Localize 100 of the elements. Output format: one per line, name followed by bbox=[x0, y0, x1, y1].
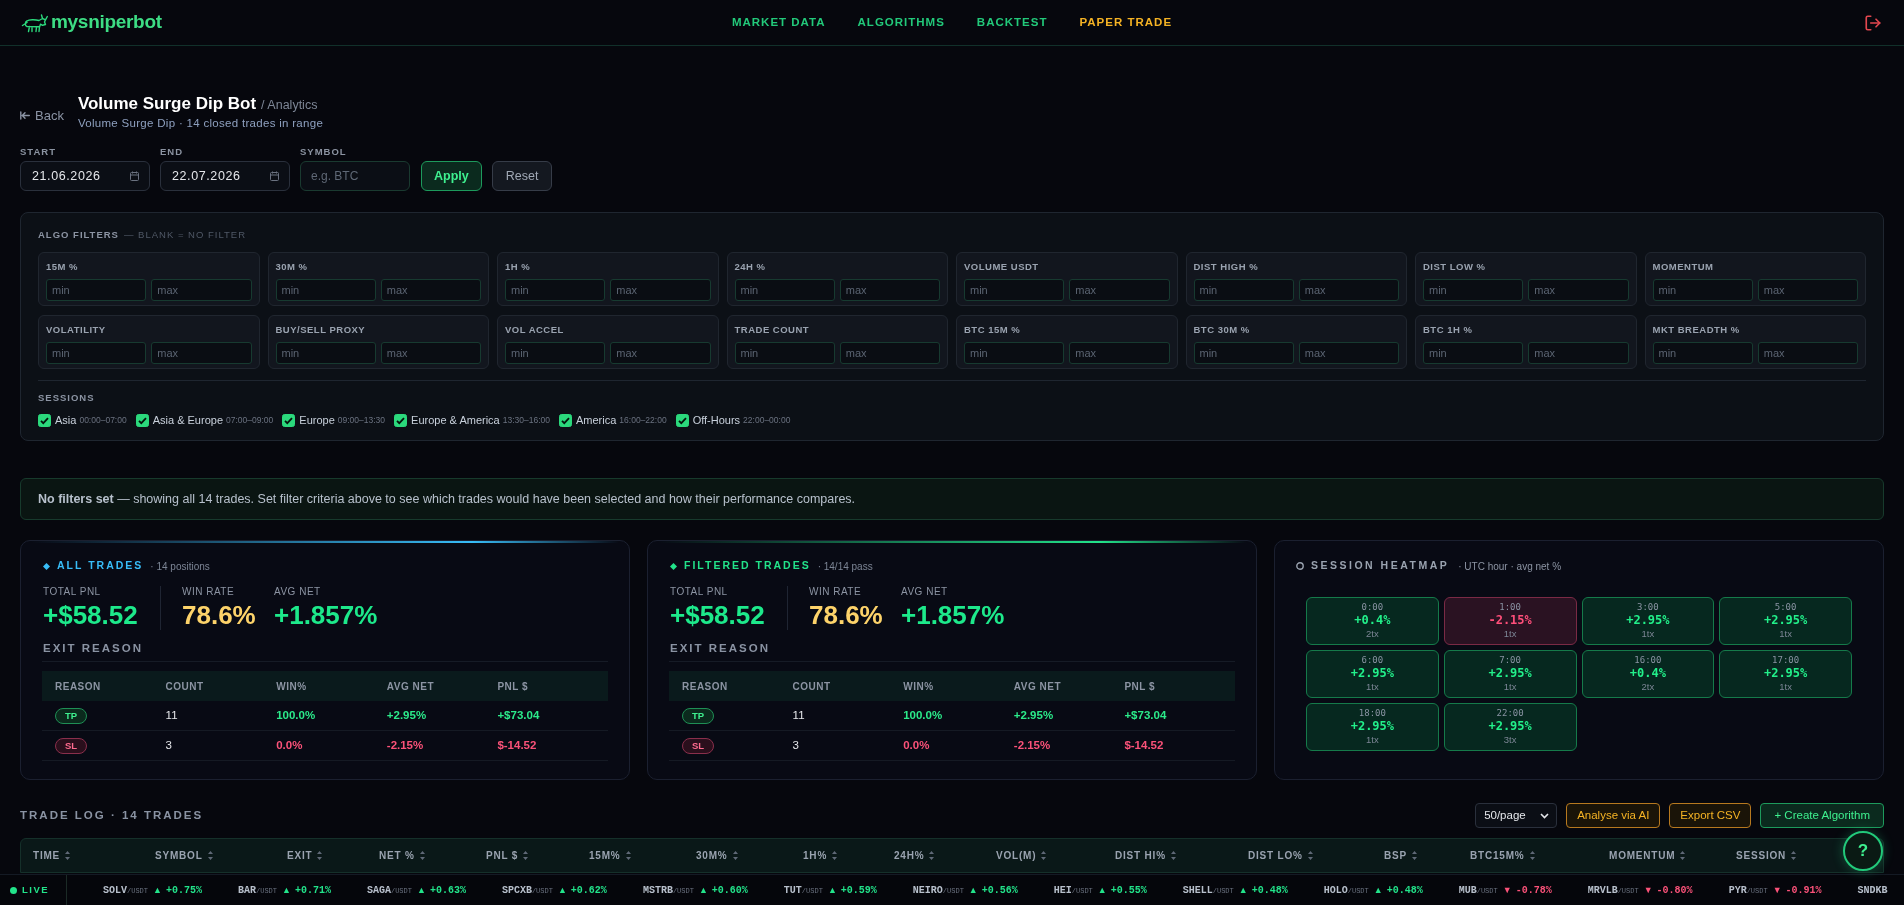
export-button[interactable]: Export CSV bbox=[1669, 803, 1752, 828]
session-name[interactable]: Europe & America bbox=[411, 411, 500, 429]
page-size-select[interactable]: 50/page bbox=[1475, 803, 1558, 828]
max-input[interactable]: max bbox=[839, 342, 940, 364]
symbol-input[interactable]: e.g. BTC bbox=[300, 161, 410, 191]
sort-icon[interactable] bbox=[1307, 851, 1313, 860]
column-header[interactable]: 24H% bbox=[894, 848, 925, 863]
min-input[interactable]: min bbox=[1652, 342, 1753, 364]
min-input[interactable]: min bbox=[734, 342, 835, 364]
date-field[interactable]: 22.07.2026 bbox=[160, 161, 290, 191]
sort-icon[interactable] bbox=[625, 851, 631, 860]
analyse-button[interactable]: Analyse via AI bbox=[1566, 803, 1661, 828]
session-name[interactable]: Asia & Europe bbox=[152, 411, 223, 429]
column-header[interactable]: 30M% bbox=[696, 848, 728, 863]
min-input[interactable]: min bbox=[964, 279, 1065, 301]
calendar-icon[interactable] bbox=[270, 171, 279, 181]
filter-label: VOLATILITY bbox=[46, 324, 107, 336]
session-checkbox[interactable] bbox=[38, 413, 51, 427]
nav-link[interactable]: PAPER TRADE bbox=[1079, 13, 1173, 32]
session-checkbox[interactable] bbox=[675, 413, 689, 427]
column-header[interactable]: SYMBOL bbox=[155, 848, 203, 863]
min-input[interactable]: min bbox=[275, 342, 376, 364]
min-input[interactable]: min bbox=[964, 342, 1065, 364]
max-input[interactable]: max bbox=[151, 342, 252, 364]
max-input[interactable]: max bbox=[1528, 342, 1629, 364]
max-input[interactable]: max bbox=[1298, 279, 1399, 301]
min-input[interactable]: min bbox=[1423, 342, 1524, 364]
reset-button[interactable]: Reset bbox=[491, 161, 553, 191]
max-input[interactable]: max bbox=[151, 279, 252, 301]
stat-value: +$58.52 bbox=[670, 600, 766, 630]
min-input[interactable]: min bbox=[505, 342, 606, 364]
max-input[interactable]: max bbox=[1298, 342, 1399, 364]
sort-icon[interactable] bbox=[207, 851, 213, 860]
column-header[interactable]: 15M% bbox=[589, 848, 621, 863]
max-input[interactable]: max bbox=[1069, 279, 1170, 301]
max-input[interactable]: max bbox=[839, 279, 940, 301]
max-input[interactable]: max bbox=[1757, 342, 1858, 364]
column-header[interactable]: BSP bbox=[1384, 848, 1407, 863]
column-header[interactable]: PNL $ bbox=[486, 848, 519, 863]
session-name[interactable]: America bbox=[576, 411, 617, 429]
min-input[interactable]: min bbox=[1193, 279, 1294, 301]
nav-link[interactable]: MARKET DATA bbox=[731, 13, 826, 32]
min-input[interactable]: min bbox=[1193, 342, 1294, 364]
column-header[interactable]: EXIT bbox=[287, 848, 313, 863]
session-checkbox[interactable] bbox=[135, 413, 149, 427]
max-input[interactable]: max bbox=[610, 279, 711, 301]
back-button[interactable]: Back bbox=[20, 105, 64, 126]
sort-icon[interactable] bbox=[65, 851, 71, 860]
column-header[interactable]: TIME bbox=[33, 848, 61, 863]
sort-icon[interactable] bbox=[419, 851, 425, 860]
table-cell-text: +$73.04 bbox=[1124, 707, 1168, 723]
max-input[interactable]: max bbox=[610, 342, 711, 364]
session-name[interactable]: Europe bbox=[299, 411, 335, 429]
sort-icon[interactable] bbox=[732, 851, 738, 860]
min-input[interactable]: min bbox=[46, 342, 147, 364]
sort-icon[interactable] bbox=[523, 851, 529, 860]
max-input[interactable]: max bbox=[1757, 279, 1858, 301]
sort-icon[interactable] bbox=[1041, 851, 1047, 860]
column-header[interactable]: VOL(M) bbox=[996, 848, 1037, 863]
session-checkbox[interactable] bbox=[394, 413, 408, 427]
column-header[interactable]: BTC15M% bbox=[1470, 848, 1525, 863]
session-name[interactable]: Asia bbox=[55, 411, 77, 429]
column-header[interactable]: MOMENTUM bbox=[1609, 848, 1676, 863]
logout-icon[interactable] bbox=[1864, 13, 1882, 32]
create-button[interactable]: + Create Algorithm bbox=[1760, 803, 1884, 828]
session-checkbox[interactable] bbox=[559, 413, 572, 427]
sort-icon[interactable] bbox=[1529, 851, 1535, 860]
min-input[interactable]: min bbox=[1652, 279, 1753, 301]
max-input[interactable]: max bbox=[380, 342, 481, 364]
min-input[interactable]: min bbox=[1423, 279, 1524, 301]
min-input[interactable]: min bbox=[505, 279, 606, 301]
sort-icon[interactable] bbox=[1411, 851, 1417, 860]
sort-icon[interactable] bbox=[832, 851, 838, 860]
max-input[interactable]: max bbox=[1528, 279, 1629, 301]
min-input[interactable]: min bbox=[734, 279, 835, 301]
trend-arrow: ▲ bbox=[153, 883, 162, 897]
column-header[interactable]: SESSION bbox=[1736, 848, 1787, 863]
column-header[interactable]: DIST HI% bbox=[1115, 848, 1166, 863]
sort-icon[interactable] bbox=[1680, 851, 1686, 860]
sort-icon[interactable] bbox=[317, 851, 323, 860]
max-input[interactable]: max bbox=[1069, 342, 1170, 364]
logo-text[interactable]: mysniperbot bbox=[51, 8, 162, 37]
max-input[interactable]: max bbox=[380, 279, 481, 301]
column-header[interactable]: 1H% bbox=[803, 848, 828, 863]
min-input[interactable]: min bbox=[46, 279, 147, 301]
session-name[interactable]: Off-Hours bbox=[692, 411, 741, 429]
column-header[interactable]: NET % bbox=[379, 848, 415, 863]
calendar-icon[interactable] bbox=[130, 171, 139, 181]
sort-icon[interactable] bbox=[1170, 851, 1176, 860]
sort-icon[interactable] bbox=[929, 851, 935, 860]
column-header[interactable]: DIST LO% bbox=[1248, 848, 1303, 863]
min-input[interactable]: min bbox=[275, 279, 376, 301]
nav-link[interactable]: ALGORITHMS bbox=[857, 13, 945, 32]
session-checkbox[interactable] bbox=[282, 413, 296, 427]
trade-count: 1tx bbox=[1503, 628, 1517, 640]
help-button[interactable]: ? bbox=[1843, 831, 1883, 871]
nav-link[interactable]: BACKTEST bbox=[976, 13, 1048, 32]
sort-icon[interactable] bbox=[1791, 851, 1797, 860]
date-field[interactable]: 21.06.2026 bbox=[20, 161, 150, 191]
apply-button[interactable]: Apply bbox=[421, 161, 482, 191]
